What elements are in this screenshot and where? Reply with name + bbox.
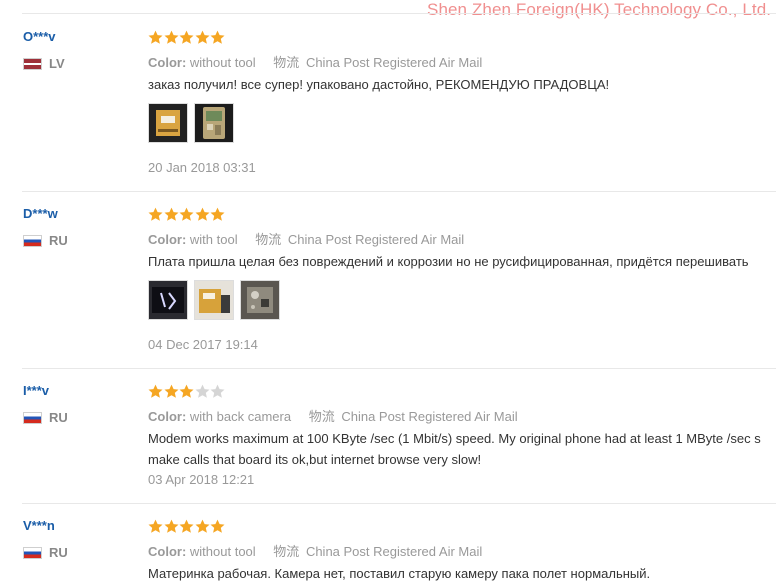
shipping-method: China Post Registered Air Mail bbox=[305, 55, 483, 70]
reviewer-country: RU bbox=[23, 545, 68, 560]
star-rating bbox=[148, 30, 226, 45]
star-filled-icon bbox=[148, 519, 163, 533]
photo-phone-board-icon bbox=[195, 104, 233, 142]
review-text: заказ получил! все супер! упаковано даст… bbox=[148, 77, 610, 92]
review-text: Плата пришла целая без повреждений и кор… bbox=[148, 254, 749, 269]
star-filled-icon bbox=[148, 384, 163, 398]
review-attributes: Color: with tool 物流 China Post Registere… bbox=[148, 229, 464, 248]
star-filled-icon bbox=[179, 207, 194, 221]
color-label: Color: bbox=[148, 232, 187, 247]
country-code: RU bbox=[49, 410, 68, 425]
shipping-label: 物流 bbox=[273, 544, 300, 559]
shipping-label: 物流 bbox=[273, 55, 300, 70]
shipping-info: 物流 China Post Registered Air Mail bbox=[309, 409, 518, 424]
review-photo-thumbnail[interactable] bbox=[240, 280, 280, 320]
color-label: Color: bbox=[148, 55, 187, 70]
review-photos bbox=[148, 280, 286, 320]
reviewer-country: RU bbox=[23, 410, 68, 425]
shipping-method: China Post Registered Air Mail bbox=[287, 232, 465, 247]
review-photo-thumbnail[interactable] bbox=[148, 280, 188, 320]
star-filled-icon bbox=[210, 207, 225, 221]
star-filled-icon bbox=[210, 519, 225, 533]
star-filled-icon bbox=[195, 207, 210, 221]
shipping-info: 物流 China Post Registered Air Mail bbox=[273, 544, 482, 559]
reviewer-name[interactable]: I***v bbox=[23, 383, 49, 398]
star-rating bbox=[148, 384, 226, 399]
review-date: 03 Apr 2018 12:21 bbox=[148, 472, 255, 487]
review-text: make calls that board its ok,but interne… bbox=[148, 452, 482, 467]
photo-screen-icon bbox=[149, 281, 187, 319]
review-photo-thumbnail[interactable] bbox=[194, 280, 234, 320]
star-filled-icon bbox=[210, 30, 225, 44]
flag-ru-icon bbox=[23, 411, 42, 424]
country-code: RU bbox=[49, 233, 68, 248]
color-value: with back camera bbox=[189, 409, 292, 424]
divider bbox=[22, 13, 776, 14]
star-empty-icon bbox=[210, 384, 225, 398]
reviewer-country: RU bbox=[23, 233, 68, 248]
divider bbox=[22, 368, 776, 369]
flag-ru-icon bbox=[23, 546, 42, 559]
review-date: 04 Dec 2017 19:14 bbox=[148, 337, 258, 352]
review-photos bbox=[148, 103, 240, 143]
shipping-method: China Post Registered Air Mail bbox=[341, 409, 518, 424]
star-rating bbox=[148, 207, 226, 222]
star-filled-icon bbox=[164, 384, 179, 398]
divider bbox=[22, 191, 776, 192]
review-photo-thumbnail[interactable] bbox=[194, 103, 234, 143]
color-value: without tool bbox=[189, 544, 256, 559]
star-filled-icon bbox=[164, 30, 179, 44]
shipping-info: 物流 China Post Registered Air Mail bbox=[255, 232, 464, 247]
store-watermark: Shen Zhen Foreign(HK) Technology Co., Lt… bbox=[427, 0, 772, 19]
star-filled-icon bbox=[164, 519, 179, 533]
country-code: RU bbox=[49, 545, 68, 560]
review-attributes: Color: without tool 物流 China Post Regist… bbox=[148, 541, 482, 560]
shipping-info: 物流 China Post Registered Air Mail bbox=[273, 55, 482, 70]
divider bbox=[22, 503, 776, 504]
color-label: Color: bbox=[148, 544, 187, 559]
shipping-method: China Post Registered Air Mail bbox=[305, 544, 483, 559]
star-filled-icon bbox=[195, 30, 210, 44]
review-date: 20 Jan 2018 03:31 bbox=[148, 160, 256, 175]
flag-lv-icon bbox=[23, 57, 42, 70]
shipping-label: 物流 bbox=[308, 409, 335, 424]
star-empty-icon bbox=[195, 384, 210, 398]
star-filled-icon bbox=[179, 30, 194, 44]
star-filled-icon bbox=[148, 207, 163, 221]
shipping-label: 物流 bbox=[255, 232, 282, 247]
color-label: Color: bbox=[148, 409, 187, 424]
star-filled-icon bbox=[179, 519, 194, 533]
star-rating bbox=[148, 519, 226, 534]
review-attributes: Color: without tool 物流 China Post Regist… bbox=[148, 52, 482, 71]
review-photo-thumbnail[interactable] bbox=[148, 103, 188, 143]
reviewer-name[interactable]: V***n bbox=[23, 518, 55, 533]
photo-package-icon bbox=[195, 281, 233, 319]
star-filled-icon bbox=[195, 519, 210, 533]
star-filled-icon bbox=[164, 207, 179, 221]
country-code: LV bbox=[49, 56, 65, 71]
flag-ru-icon bbox=[23, 234, 42, 247]
star-filled-icon bbox=[179, 384, 194, 398]
reviewer-name[interactable]: O***v bbox=[23, 29, 56, 44]
star-filled-icon bbox=[148, 30, 163, 44]
review-attributes: Color: with back camera 物流 China Post Re… bbox=[148, 406, 518, 425]
color-value: with tool bbox=[189, 232, 238, 247]
photo-board-closeup-icon bbox=[241, 281, 279, 319]
color-value: without tool bbox=[189, 55, 256, 70]
reviewer-country: LV bbox=[23, 56, 65, 71]
review-text: Modem works maximum at 100 KByte /sec (1… bbox=[148, 431, 761, 446]
photo-box-yellow-icon bbox=[149, 104, 187, 142]
reviewer-name[interactable]: D***w bbox=[23, 206, 58, 221]
